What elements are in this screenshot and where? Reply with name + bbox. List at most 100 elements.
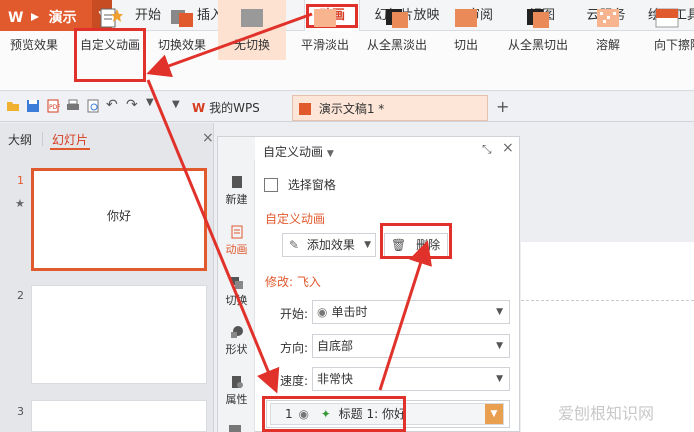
new-icon (231, 176, 242, 188)
sidebar-item-animation[interactable]: 动画 (218, 225, 255, 257)
add-effect-button[interactable]: ✎ 添加效果 ▼ (282, 233, 376, 257)
cut-from-black-button[interactable]: 从全黑切出 (500, 0, 576, 60)
shapes-icon (230, 326, 243, 338)
custom-animation-icon (100, 8, 123, 28)
speed-select[interactable]: 非常快 ▼ (312, 367, 510, 391)
slide-thumbnail-3[interactable] (31, 400, 207, 432)
slide-number: 3 (17, 405, 24, 418)
presentation-file-icon (299, 103, 311, 115)
properties-icon (231, 376, 243, 388)
slide-thumbnail-1[interactable]: 你好 (31, 168, 207, 271)
speed-value: 非常快 (317, 372, 354, 386)
smooth-fade-button[interactable]: 平滑淡出 (294, 0, 356, 60)
wipe-down-icon (655, 8, 679, 28)
sidebar-item-properties[interactable]: 属性 (218, 375, 255, 407)
save-icon[interactable] (26, 99, 40, 113)
tab-slides[interactable]: 幻灯片 (52, 131, 88, 148)
dissolve-label: 溶解 (595, 38, 620, 52)
dock-icon[interactable]: ⤡ (482, 142, 492, 157)
dissolve-button[interactable]: 溶解 (584, 0, 632, 60)
slide-title-text: 你好 (106, 209, 131, 223)
fade-from-black-button[interactable]: 从全黑淡出 (362, 0, 432, 60)
preview-effect-label: 预览效果 (9, 38, 58, 52)
chevron-down-icon[interactable]: ▼ (485, 404, 503, 424)
fade-from-black-label: 从全黑淡出 (366, 38, 427, 52)
sidebar-item-label: 切换 (225, 294, 248, 307)
no-transition-button[interactable]: 无切换 (218, 0, 286, 60)
cut-from-black-icon (527, 9, 549, 28)
tab-divider (42, 132, 43, 146)
direction-value: 自底部 (317, 339, 354, 353)
add-effect-label: 添加效果 (306, 238, 355, 252)
export-pdf-icon[interactable]: PDF (46, 99, 60, 113)
add-tab-icon[interactable]: + (496, 97, 509, 116)
cut-from-black-label: 从全黑切出 (507, 38, 568, 52)
select-pane-label: 选择窗格 (287, 178, 336, 192)
fade-from-black-icon (386, 9, 408, 28)
cut-label: 切出 (453, 38, 478, 52)
watermark: 爱刨根知识网 (558, 404, 655, 423)
highlight-box (380, 223, 452, 259)
start-value: 单击时 (331, 305, 368, 319)
sidebar-item-label: 形状 (225, 343, 248, 356)
sidebar-item-shapes[interactable]: 形状 (218, 325, 255, 357)
wipe-down-label: 向下擦除 (654, 38, 694, 52)
direction-label: 方向: (280, 341, 309, 355)
section-title: 自定义动画 (265, 212, 326, 226)
close-icon[interactable]: × (502, 140, 514, 156)
highlight-box (262, 396, 406, 432)
close-icon[interactable]: × (202, 130, 214, 146)
tab-list-chevron-icon[interactable]: ▼ (172, 99, 180, 110)
wipe-down-button[interactable]: 向下擦除 (640, 0, 694, 60)
transition-icon (230, 277, 243, 289)
sidebar-item-label: 属性 (225, 393, 248, 406)
modify-label: 修改: 飞入 (265, 275, 321, 289)
chevron-down-icon: ▼ (326, 149, 334, 159)
start-label: 开始: (280, 307, 309, 321)
pencil-icon: ✎ (289, 238, 300, 252)
preview-icon (24, 9, 44, 25)
no-transition-label: 无切换 (233, 38, 270, 52)
chevron-down-icon: ▼ (496, 374, 503, 384)
animation-icon (231, 225, 242, 239)
more-icon[interactable] (228, 424, 242, 432)
transition-effect-button[interactable]: 切换效果 (150, 0, 214, 60)
tab-my-wps[interactable]: W 我的WPS (186, 95, 286, 121)
pane-grip (218, 137, 255, 160)
svg-text:PDF: PDF (49, 104, 60, 111)
chevron-down-icon[interactable]: ▼ (146, 97, 154, 108)
print-icon[interactable] (66, 99, 80, 113)
tab-outline[interactable]: 大纲 (8, 131, 32, 148)
tab-document-label: 演示文稿1 * (318, 102, 385, 116)
chevron-down-icon: ▼ (364, 240, 371, 250)
speed-label: 速度: (280, 374, 309, 388)
no-transition-icon (241, 9, 263, 27)
slide-thumbnail-2[interactable] (31, 285, 207, 384)
redo-icon[interactable]: ↷ (126, 97, 138, 113)
placeholder-guide (521, 300, 694, 301)
sidebar-item-transition[interactable]: 切换 (218, 276, 255, 308)
task-pane-title[interactable]: 自定义动画 ▼ (263, 143, 334, 160)
transition-icon (171, 10, 193, 27)
transition-effect-label: 切换效果 (157, 38, 206, 52)
mouse-icon: ◉ (317, 305, 328, 319)
cut-icon (455, 9, 477, 27)
tab-my-wps-label: 我的WPS (209, 101, 260, 115)
select-pane-button[interactable]: 选择窗格 (264, 176, 336, 193)
sidebar-item-label: 新建 (225, 193, 248, 206)
start-select[interactable]: ◉ 单击时 ▼ (312, 300, 510, 324)
highlight-box (74, 28, 146, 82)
undo-icon[interactable]: ↶ (106, 97, 118, 113)
animation-star-icon: ★ (15, 197, 25, 210)
sidebar-item-new[interactable]: 新建 (218, 175, 255, 207)
dissolve-icon (597, 9, 619, 27)
open-folder-icon[interactable] (6, 99, 20, 113)
chevron-down-icon: ▼ (496, 341, 503, 351)
preview-effect-button[interactable]: 预览效果 (2, 0, 66, 60)
tab-document[interactable]: 演示文稿1 * (292, 95, 488, 121)
smooth-fade-icon (314, 9, 336, 27)
print-preview-icon[interactable] (86, 99, 100, 113)
active-tab-indicator (50, 148, 90, 150)
cut-button[interactable]: 切出 (440, 0, 492, 60)
direction-select[interactable]: 自底部 ▼ (312, 334, 510, 358)
